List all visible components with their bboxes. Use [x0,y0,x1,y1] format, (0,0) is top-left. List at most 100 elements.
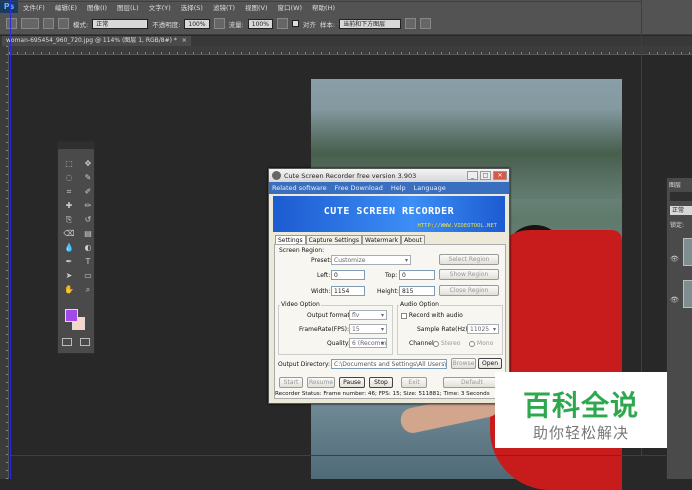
toggle-clone-source-icon[interactable] [58,18,69,29]
align-checkbox[interactable] [291,20,299,27]
menu-help[interactable]: 帮助(H) [307,2,340,12]
layer-thumbnail[interactable] [683,238,692,266]
stop-button[interactable]: Stop [369,377,393,388]
eraser-tool-icon[interactable]: ⌫ [61,227,77,240]
left-input[interactable]: 0 [331,270,365,280]
height-input[interactable]: 815 [399,286,435,296]
menu-related-software[interactable]: Related software [272,184,327,192]
vertical-ruler[interactable] [0,46,9,479]
path-select-tool-icon[interactable]: ➤ [61,269,77,282]
exit-button[interactable]: Exit [401,377,427,388]
clone-stamp-tool-icon[interactable]: ⎘ [61,213,77,226]
maximize-button[interactable]: □ [480,171,491,180]
history-brush-tool-icon[interactable]: ↺ [80,213,96,226]
flow-input[interactable]: 100% [247,18,273,29]
menu-file[interactable]: 文件(F) [18,2,50,12]
menu-filter[interactable]: 滤镜(T) [208,2,240,12]
sample-rate-select[interactable]: 11025 [467,324,499,334]
quick-mask-icon[interactable] [62,338,72,346]
close-region-button[interactable]: Close Region [439,285,499,296]
banner-url[interactable]: HTTP://WWW.VIDEOTOOL.NET [418,223,497,229]
recorder-titlebar[interactable]: Cute Screen Recorder free version 3.903 … [269,169,509,182]
background-layer-thumbnail[interactable] [683,280,692,308]
width-input[interactable]: 1154 [331,286,365,296]
mono-label: Mono [476,340,494,347]
menu-image[interactable]: 图像(I) [82,2,112,12]
document-tab[interactable]: woman-695454_960_720.jpg @ 114% (图层 1, R… [2,36,191,46]
stereo-radio[interactable] [433,340,439,347]
mode-select[interactable]: 正常 [92,18,149,29]
brush-size-icon[interactable] [21,18,39,29]
guide-line-left[interactable] [10,0,11,479]
airbrush-icon[interactable] [276,18,288,29]
start-button[interactable]: Start [279,377,303,388]
hand-tool-icon[interactable]: ✋ [61,283,77,296]
guide-line-bottom[interactable] [0,455,692,456]
menu-window[interactable]: 窗口(W) [273,2,308,12]
quality-select[interactable]: 6 (Recommend) [349,338,387,348]
minimize-button[interactable]: _ [467,171,478,180]
healing-brush-tool-icon[interactable]: ✚ [61,199,77,212]
shape-tool-icon[interactable]: ▭ [80,269,96,282]
default-button[interactable]: Default [443,377,501,388]
crop-tool-icon[interactable]: ⌗ [61,185,77,198]
dodge-tool-icon[interactable]: ◐ [80,241,96,254]
output-format-select[interactable]: flv [349,310,387,320]
output-directory-input[interactable]: C:\Documents and Settings\All Users\scre [331,359,447,369]
pressure-opacity-icon[interactable] [213,18,225,29]
marquee-tool-icon[interactable]: ⬚ [61,157,77,170]
browse-button[interactable]: Browse [451,358,476,369]
zoom-tool-icon[interactable]: ⌕ [80,283,96,296]
menu-help[interactable]: Help [391,184,406,192]
blur-tool-icon[interactable]: 💧 [61,241,77,254]
clone-stamp-preset-icon[interactable] [6,18,17,29]
quick-select-tool-icon[interactable]: ✎ [80,171,96,184]
menu-free-download[interactable]: Free Download [335,184,383,192]
opacity-input[interactable]: 100% [184,18,210,29]
mono-option[interactable]: Mono [469,340,493,347]
resume-button[interactable]: Resume [307,377,335,388]
lasso-tool-icon[interactable]: ◌ [61,171,77,184]
layer-visibility-eye-icon[interactable]: 👁 [670,255,679,263]
document-tab-close-icon[interactable]: × [182,37,187,44]
foreground-color-swatch[interactable] [65,309,78,322]
show-region-button[interactable]: Show Region [439,269,499,280]
layer-filter-field[interactable] [670,192,692,201]
layers-tab[interactable]: 图层 [669,180,681,189]
select-region-button[interactable]: Select Region [439,254,499,265]
move-tool-icon[interactable]: ✥ [80,157,96,170]
menu-language[interactable]: Language [414,184,446,192]
open-button[interactable]: Open [478,358,502,369]
type-tool-icon[interactable]: T [80,255,96,268]
menu-edit[interactable]: 编辑(E) [50,2,82,12]
settings-content: Screen Region: Preset: Customize Select … [274,244,506,399]
sample-select[interactable]: 当前和下方图层 [339,18,402,29]
pen-tool-icon[interactable]: ✒ [61,255,77,268]
background-visibility-eye-icon[interactable]: 👁 [670,296,679,304]
opacity-label: 不透明度: [152,20,181,29]
fps-select[interactable]: 15 [349,324,387,334]
blend-mode-select[interactable]: 正常 [670,206,692,215]
pressure-size-icon[interactable] [420,18,432,29]
menu-type[interactable]: 文字(Y) [144,2,176,12]
toggle-brush-panel-icon[interactable] [43,18,54,29]
tools-panel-header[interactable] [58,142,94,149]
guide-line-top[interactable] [0,1,642,2]
pause-button[interactable]: Pause [339,377,365,388]
close-button[interactable]: ✕ [493,171,507,180]
mono-radio[interactable] [469,340,475,347]
gradient-tool-icon[interactable]: ▤ [80,227,96,240]
eyedropper-tool-icon[interactable]: ✐ [80,185,96,198]
ignore-adjustment-layers-icon[interactable] [405,18,417,29]
top-input[interactable]: 0 [399,270,435,280]
menu-view[interactable]: 视图(V) [240,2,273,12]
brush-tool-icon[interactable]: ✏ [80,199,96,212]
preset-select[interactable]: Customize [331,255,411,265]
screen-mode-icon[interactable] [80,338,90,346]
stereo-option[interactable]: Stereo [433,340,460,347]
record-audio-checkbox[interactable] [401,312,407,319]
menu-select[interactable]: 选择(S) [176,2,208,12]
record-audio-row[interactable]: Record with audio [401,312,463,319]
menu-layer[interactable]: 图层(L) [112,2,144,12]
horizontal-ruler[interactable] [9,46,692,55]
